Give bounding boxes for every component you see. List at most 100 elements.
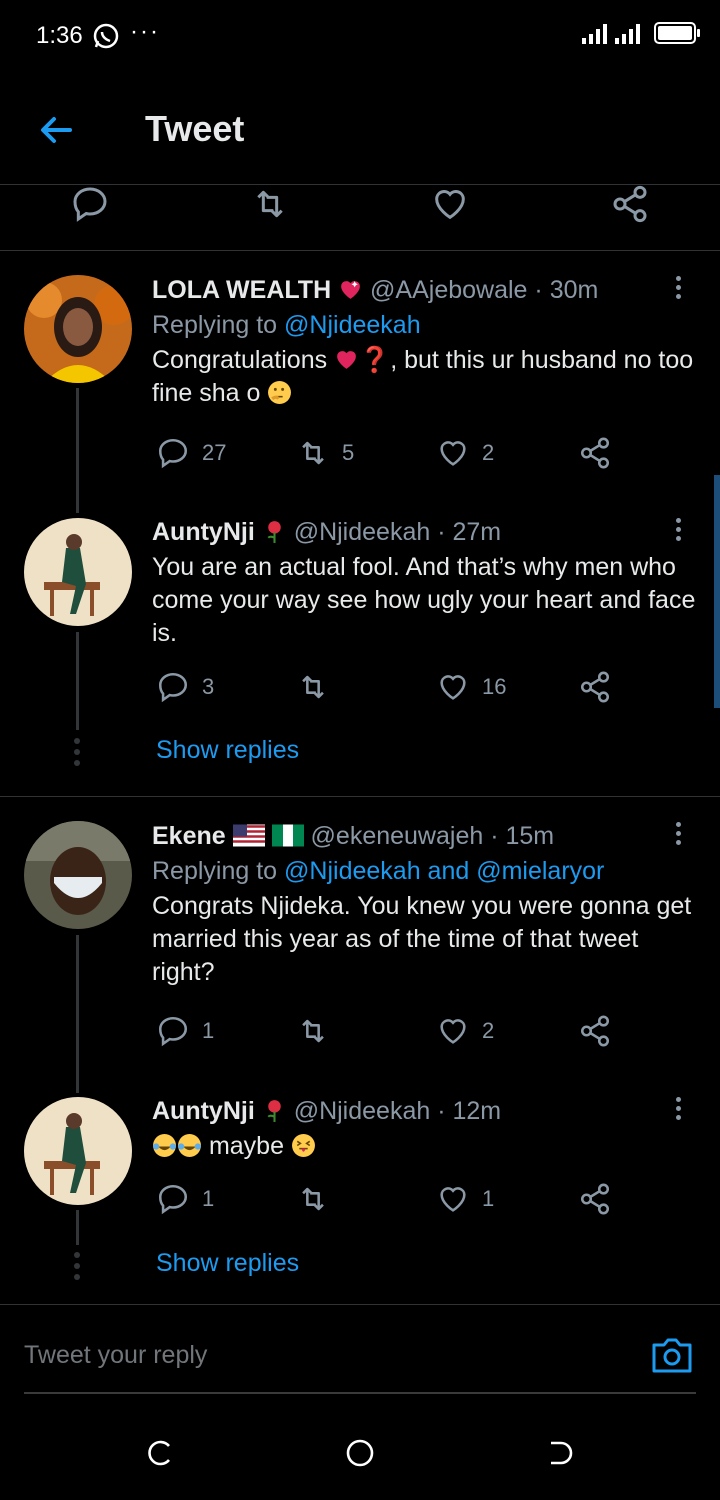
- signal-icon-2: [615, 22, 640, 44]
- home-icon[interactable]: [345, 1438, 375, 1468]
- tweet-time: · 12m: [437, 1097, 502, 1125]
- retweet-button[interactable]: 5: [296, 436, 354, 470]
- user-handle[interactable]: @ekeneuwajeh: [311, 822, 484, 850]
- reply-icon: [158, 672, 188, 703]
- more-options-icon[interactable]: [676, 822, 684, 849]
- retweet-icon: [302, 675, 324, 699]
- reply-count: 27: [202, 440, 227, 465]
- retweet-icon: [302, 1187, 324, 1211]
- back-arrow-icon[interactable]: [36, 110, 76, 150]
- divider: [0, 250, 720, 251]
- tweet-4[interactable]: AuntyNji @Njideekah · 12m maybe: [152, 1097, 697, 1163]
- like-button[interactable]: 2: [436, 1014, 494, 1048]
- share-button[interactable]: [578, 1182, 612, 1216]
- laughing-tears-icon: [178, 1134, 201, 1157]
- user-name[interactable]: AuntyNji: [152, 518, 255, 546]
- show-replies-link[interactable]: Show replies: [156, 1249, 299, 1278]
- reply-button[interactable]: 3: [156, 670, 214, 704]
- reply-icon: [158, 1016, 188, 1047]
- like-count: 2: [482, 1018, 495, 1043]
- reply-icon[interactable]: [70, 184, 110, 224]
- like-button[interactable]: 2: [436, 436, 494, 470]
- tweet-time: · 27m: [437, 518, 502, 546]
- like-button[interactable]: 1: [436, 1182, 494, 1216]
- reply-button[interactable]: 27: [156, 436, 226, 470]
- more-options-icon[interactable]: [676, 518, 684, 545]
- avatar[interactable]: [24, 275, 132, 383]
- tweet-text-body: maybe: [208, 1132, 284, 1160]
- reply-input[interactable]: Tweet your reply: [24, 1341, 207, 1370]
- scrollbar[interactable]: [714, 475, 720, 708]
- nigeria-flag-icon: [271, 824, 304, 847]
- retweet-icon[interactable]: [250, 184, 290, 224]
- tweet-text: maybe: [152, 1130, 697, 1163]
- signal-icon: [582, 22, 607, 44]
- avatar[interactable]: [24, 821, 132, 929]
- tweet-1-actions: 27 5 2: [0, 436, 720, 488]
- share-button[interactable]: [578, 436, 612, 470]
- tweet-meta: Ekene @ekeneuwajeh · 15m: [152, 822, 697, 851]
- status-time: 1:36: [36, 22, 83, 49]
- tweet-text: You are an actual fool. And that’s why m…: [152, 553, 696, 647]
- like-icon: [440, 675, 466, 700]
- replying-prefix: Replying to: [152, 311, 278, 339]
- more-options-icon[interactable]: [676, 276, 684, 303]
- rose-icon: [267, 521, 281, 543]
- reply-button[interactable]: 1: [156, 1182, 214, 1216]
- user-name[interactable]: LOLA WEALTH: [152, 276, 331, 304]
- share-button[interactable]: [578, 670, 612, 704]
- tweet-3[interactable]: Ekene @ekeneuwajeh · 15m Replying to @Nj…: [152, 822, 697, 989]
- recent-apps-icon[interactable]: [145, 1438, 175, 1468]
- more-options-icon[interactable]: [676, 1097, 684, 1124]
- thinking-face-icon: [268, 381, 292, 404]
- mention-link[interactable]: @Njideekah: [284, 311, 421, 339]
- mention-link[interactable]: @Njideekah and @mielaryor: [284, 857, 604, 885]
- share-icon: [580, 1183, 610, 1215]
- tweet-4-actions: 1 1: [0, 1182, 720, 1234]
- like-icon[interactable]: [430, 184, 470, 224]
- reply-underline: [24, 1392, 696, 1394]
- share-icon: [580, 671, 610, 703]
- share-icon[interactable]: [610, 184, 650, 224]
- thread-dots: [74, 738, 80, 771]
- tweet-2[interactable]: AuntyNji @Njideekah · 27m You are an act…: [152, 518, 697, 650]
- reply-icon: [158, 1184, 188, 1215]
- camera-icon[interactable]: [650, 1335, 694, 1375]
- avatar[interactable]: [24, 518, 132, 626]
- tweet-text-part1: Congratulations: [152, 346, 335, 374]
- app-header: Tweet: [0, 72, 720, 185]
- status-bar: 1:36 ···: [0, 0, 720, 72]
- replying-to: Replying to @Njideekah and @mielaryor: [152, 857, 697, 886]
- thread-dots: [74, 1252, 80, 1285]
- laughing-tears-icon: [153, 1134, 176, 1157]
- reply-button[interactable]: 1: [156, 1014, 214, 1048]
- tweet-1[interactable]: LOLA WEALTH @AAjebowale · 30m Replying t…: [152, 276, 697, 410]
- reply-composer[interactable]: Tweet your reply: [0, 1304, 720, 1395]
- retweet-button[interactable]: [296, 1182, 342, 1216]
- red-heart-icon: [337, 351, 356, 369]
- retweet-icon: [302, 1019, 324, 1043]
- tweet-3-actions: 1 2: [0, 1014, 720, 1066]
- page-title: Tweet: [145, 108, 245, 149]
- user-handle[interactable]: @Njideekah: [294, 1097, 431, 1125]
- status-more-dots: ···: [130, 18, 160, 45]
- user-name[interactable]: AuntyNji: [152, 1097, 255, 1125]
- replying-to: Replying to @Njideekah: [152, 311, 697, 340]
- back-nav-icon[interactable]: [545, 1438, 575, 1468]
- show-replies-link[interactable]: Show replies: [156, 736, 299, 765]
- user-handle[interactable]: @AAjebowale: [370, 276, 527, 304]
- tweet-meta: LOLA WEALTH @AAjebowale · 30m: [152, 276, 697, 305]
- tweet-text: Congrats Njideka. You knew you were gonn…: [152, 892, 692, 986]
- like-count: 1: [482, 1186, 495, 1211]
- share-button[interactable]: [578, 1014, 612, 1048]
- share-icon: [580, 437, 610, 469]
- tweet-time: · 30m: [534, 276, 599, 304]
- user-name[interactable]: Ekene: [152, 822, 226, 850]
- rose-icon: [267, 1100, 281, 1122]
- retweet-button[interactable]: [296, 1014, 342, 1048]
- retweet-button[interactable]: [296, 670, 342, 704]
- user-handle[interactable]: @Njideekah: [294, 518, 431, 546]
- tongue-out-face-icon: [291, 1134, 315, 1157]
- like-button[interactable]: 16: [436, 670, 506, 704]
- us-flag-icon: [232, 824, 265, 847]
